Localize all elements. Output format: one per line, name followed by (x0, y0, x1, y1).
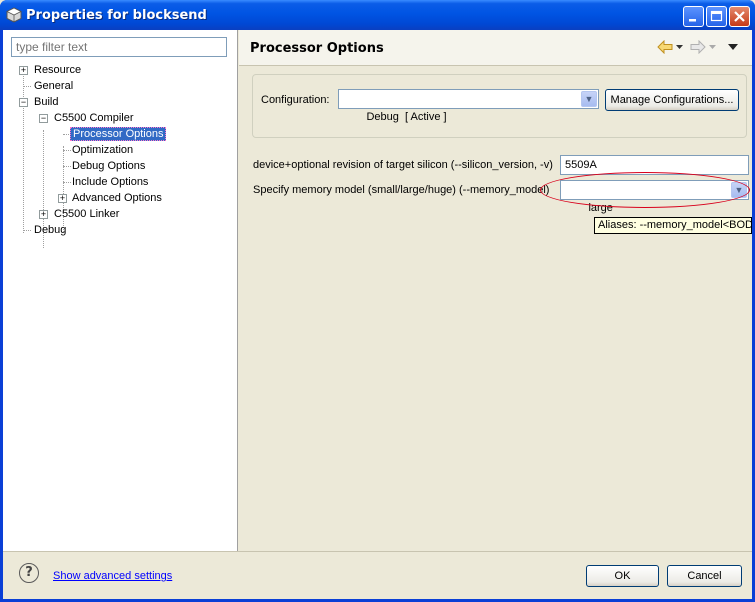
tree-item-advanced-options[interactable]: Advanced Options (70, 190, 164, 206)
tree-item-c5500-compiler[interactable]: C5500 Compiler (52, 110, 135, 126)
tree-item-label: Processor Options (70, 127, 167, 141)
silicon-version-input[interactable]: 5509A (560, 155, 749, 175)
back-arrow-icon[interactable] (657, 40, 673, 54)
page-title: Processor Options (250, 41, 384, 56)
tree-item-debug[interactable]: Debug (32, 222, 68, 238)
configuration-select[interactable]: Debug [ Active ] ▼ (338, 89, 599, 123)
help-icon[interactable]: ? (19, 563, 39, 583)
manage-configurations-button[interactable]: Manage Configurations... (605, 89, 739, 111)
tree-item-c5500-linker[interactable]: C5500 Linker (52, 206, 121, 222)
properties-dialog: Properties for blocksend + Resource (0, 0, 755, 602)
filter-input[interactable] (11, 37, 227, 57)
minimize-button[interactable] (683, 6, 704, 27)
tree-item-optimization[interactable]: Optimization (70, 142, 135, 158)
close-button[interactable] (729, 6, 750, 27)
view-menu-icon[interactable] (728, 44, 738, 50)
tree-item-label: Include Options (72, 176, 149, 188)
tree-item-label: Debug Options (72, 160, 146, 172)
configuration-label: Configuration: (261, 94, 330, 106)
memory-model-value: large (588, 202, 613, 214)
tree-item-build[interactable]: Build (32, 94, 60, 110)
dialog-client-area: + Resource General − Build − C5500 Compi… (3, 30, 752, 599)
maximize-icon (710, 10, 723, 22)
tree-item-label: Debug (34, 224, 67, 236)
maximize-button[interactable] (706, 6, 727, 27)
footer-divider (3, 551, 752, 552)
tree-item-label: C5500 Compiler (54, 112, 134, 124)
expand-icon[interactable]: + (19, 66, 28, 75)
tree-connector (23, 86, 31, 87)
configuration-value: Debug [ Active ] (366, 111, 447, 123)
tree-item-label: C5500 Linker (54, 208, 120, 220)
chevron-down-icon[interactable]: ▼ (581, 91, 597, 107)
forward-dropdown-icon[interactable] (709, 45, 716, 50)
silicon-version-label: device+optional revision of target silic… (253, 159, 553, 171)
tree-item-include-options[interactable]: Include Options (70, 174, 150, 190)
tree-item-label: Build (34, 96, 59, 108)
collapse-icon[interactable]: − (19, 98, 28, 107)
tree-item-debug-options[interactable]: Debug Options (70, 158, 147, 174)
tree-item-general[interactable]: General (32, 78, 75, 94)
app-icon (6, 7, 22, 23)
navigation-pane: + Resource General − Build − C5500 Compi… (3, 30, 238, 551)
tree-item-label: General (34, 80, 74, 92)
ok-button[interactable]: OK (586, 565, 659, 587)
tree-item-label: Optimization (72, 144, 134, 156)
back-dropdown-icon[interactable] (676, 45, 683, 50)
chevron-down-icon[interactable]: ▼ (731, 182, 747, 198)
forward-arrow-icon[interactable] (690, 40, 706, 54)
memory-model-label: Specify memory model (small/large/huge) … (253, 184, 550, 196)
show-advanced-settings-link[interactable]: Show advanced settings (53, 570, 172, 582)
close-icon (734, 11, 745, 22)
memory-model-tooltip: Aliases: --memory_model<BODY> (594, 217, 752, 234)
property-page: Processor Options Configuration: Debug [… (239, 30, 752, 551)
minimize-icon (689, 19, 696, 22)
memory-model-select[interactable]: large ▼ (560, 180, 749, 214)
tree-item-label: Advanced Options (72, 192, 162, 204)
tree-connector (23, 230, 31, 231)
window-title: Properties for blocksend (26, 8, 207, 23)
tree-item-label: Resource (34, 64, 82, 76)
page-header: Processor Options (239, 30, 752, 66)
collapse-icon[interactable]: − (39, 114, 48, 123)
title-bar[interactable]: Properties for blocksend (0, 0, 755, 30)
tree-item-resource[interactable]: Resource (32, 62, 83, 78)
expand-icon[interactable]: + (58, 194, 67, 203)
expand-icon[interactable]: + (39, 210, 48, 219)
tree-item-processor-options[interactable]: Processor Options (70, 126, 167, 142)
cancel-button[interactable]: Cancel (667, 565, 742, 587)
